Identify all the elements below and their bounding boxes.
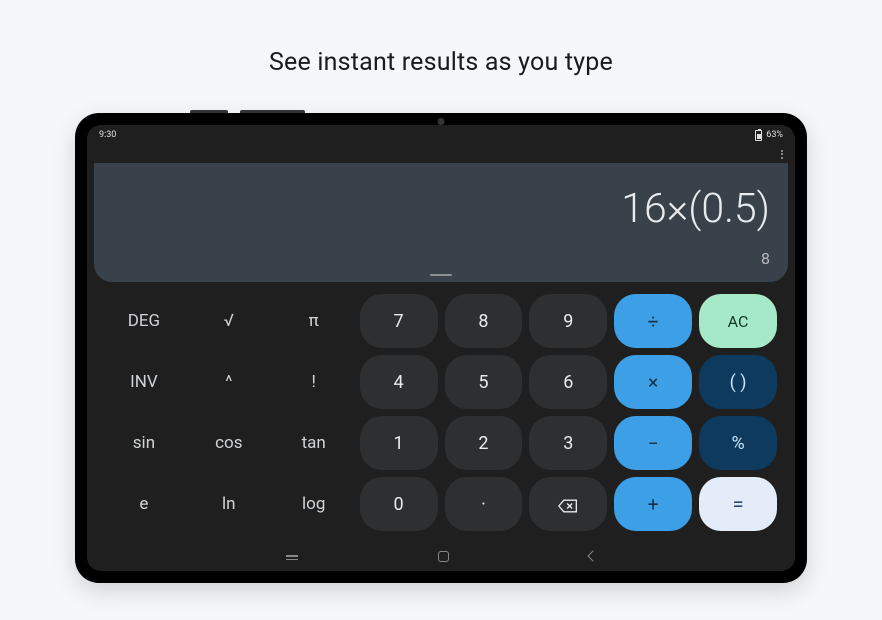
key-9[interactable]: 9	[529, 294, 607, 348]
key-add[interactable]: +	[614, 477, 692, 531]
key-7[interactable]: 7	[360, 294, 438, 348]
key-3[interactable]: 3	[529, 416, 607, 470]
key-parentheses[interactable]: ( )	[699, 355, 777, 409]
volume-button-physical	[240, 110, 305, 113]
tablet-frame: 9:30 63% 16×(0.5) 8 DEG √ π 7 8 9 ÷ AC	[75, 113, 807, 583]
key-1[interactable]: 1	[360, 416, 438, 470]
key-subtract[interactable]: −	[614, 416, 692, 470]
key-ln[interactable]: ln	[190, 477, 268, 531]
more-options-icon[interactable]	[781, 150, 783, 159]
key-sqrt[interactable]: √	[190, 294, 268, 348]
key-sin[interactable]: sin	[105, 416, 183, 470]
key-8[interactable]: 8	[445, 294, 523, 348]
key-4[interactable]: 4	[360, 355, 438, 409]
key-6[interactable]: 6	[529, 355, 607, 409]
tagline: See instant results as you type	[269, 48, 613, 77]
calculator-display: 16×(0.5) 8	[94, 163, 788, 282]
key-tan[interactable]: tan	[275, 416, 353, 470]
key-backspace[interactable]	[529, 477, 607, 531]
nav-recent-icon[interactable]	[286, 555, 298, 557]
key-2[interactable]: 2	[445, 416, 523, 470]
drag-handle[interactable]	[430, 274, 452, 276]
key-log[interactable]: log	[275, 477, 353, 531]
keypad: DEG √ π 7 8 9 ÷ AC INV ^ ! 4 5 6 × ( ) s…	[87, 282, 795, 541]
expression-text[interactable]: 16×(0.5)	[621, 185, 770, 233]
status-right: 63%	[755, 130, 783, 141]
status-time: 9:30	[99, 130, 116, 140]
key-dot[interactable]: ·	[445, 477, 523, 531]
key-divide[interactable]: ÷	[614, 294, 692, 348]
power-button-physical	[190, 110, 228, 113]
key-equals[interactable]: =	[699, 477, 777, 531]
key-power[interactable]: ^	[190, 355, 268, 409]
key-factorial[interactable]: !	[275, 355, 353, 409]
nav-home-icon[interactable]	[438, 551, 449, 562]
key-multiply[interactable]: ×	[614, 355, 692, 409]
key-5[interactable]: 5	[445, 355, 523, 409]
key-e[interactable]: e	[105, 477, 183, 531]
status-bar: 9:30 63%	[87, 125, 795, 145]
battery-percent: 63%	[766, 130, 783, 140]
navigation-bar	[87, 541, 795, 571]
key-inv[interactable]: INV	[105, 355, 183, 409]
battery-icon	[755, 130, 762, 141]
key-cos[interactable]: cos	[190, 416, 268, 470]
tablet-screen: 9:30 63% 16×(0.5) 8 DEG √ π 7 8 9 ÷ AC	[87, 125, 795, 571]
backspace-icon	[558, 497, 578, 511]
key-deg[interactable]: DEG	[105, 294, 183, 348]
key-pi[interactable]: π	[275, 294, 353, 348]
nav-back-icon[interactable]	[587, 550, 598, 561]
key-0[interactable]: 0	[360, 477, 438, 531]
key-percent[interactable]: %	[699, 416, 777, 470]
key-ac[interactable]: AC	[699, 294, 777, 348]
app-bar	[87, 145, 795, 163]
result-text: 8	[761, 249, 770, 268]
